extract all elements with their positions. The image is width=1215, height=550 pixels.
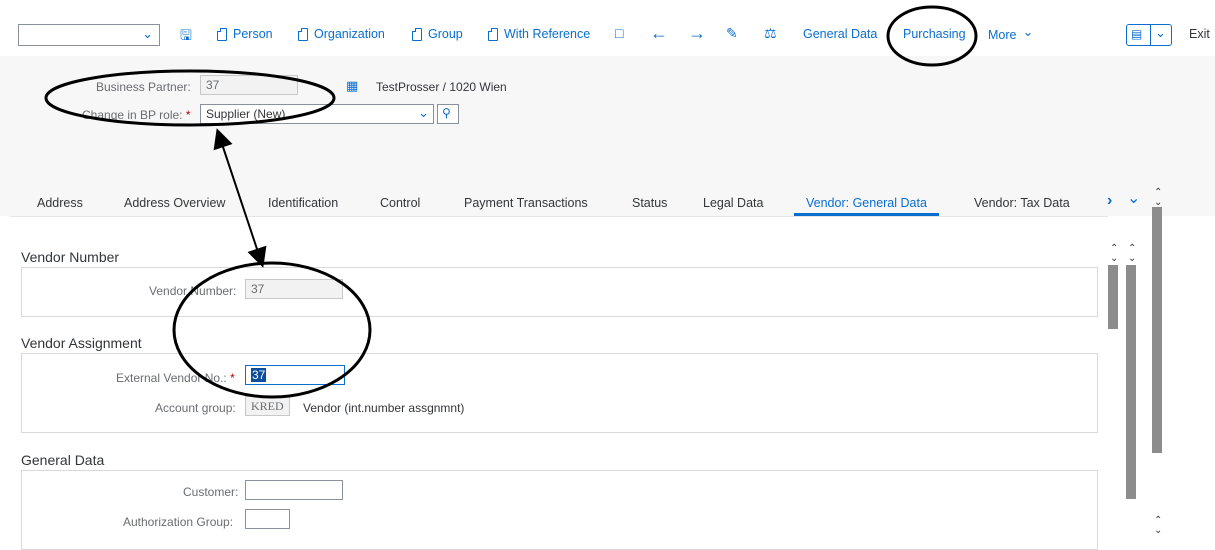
account-group-description: Vendor (int.number assgnmnt) [303, 401, 465, 415]
organization-button[interactable]: Organization [298, 27, 385, 41]
role-value: Supplier (New) [206, 107, 286, 121]
bp-type-icon: ▦ [346, 78, 359, 93]
organization-label: Organization [314, 27, 385, 41]
bp-description: TestProsser / 1020 Wien [376, 80, 507, 94]
inner-scrollbar-thumb[interactable] [1126, 265, 1136, 499]
section-title-vendor-number: Vendor Number [21, 249, 120, 265]
tab-address[interactable]: Address [37, 196, 83, 210]
group-button[interactable]: Group [412, 27, 463, 41]
authorization-group-field[interactable] [245, 509, 290, 529]
chevron-down-icon: ⌄ [418, 105, 429, 120]
purchasing-button[interactable]: Purchasing [903, 27, 966, 41]
new-document-icon [412, 27, 422, 41]
open-icon[interactable]: □ [615, 24, 623, 42]
vendor-number-label: Vendor Number: [149, 284, 237, 298]
tab-list-chevron-icon[interactable]: ⌄ [1127, 188, 1140, 208]
bp-label: Business Partner: [96, 80, 191, 94]
forward-arrow-icon[interactable]: → [688, 24, 706, 42]
person-label: Person [233, 27, 273, 41]
chevron-down-icon: ⌄ [1022, 24, 1034, 39]
vendor-assignment-group [21, 353, 1098, 433]
more-menu-button[interactable]: More ⌄ [988, 24, 1034, 43]
search-icon: ⚲ [442, 106, 451, 120]
group-label: Group [428, 27, 463, 41]
tab-control[interactable]: Control [380, 196, 420, 210]
with-reference-button[interactable]: With Reference [488, 27, 590, 41]
tab-status[interactable]: Status [632, 196, 667, 210]
business-partner-field[interactable]: 37 [200, 75, 298, 95]
chevron-down-icon: ⌄ [1155, 25, 1166, 40]
tab-payment-transactions[interactable]: Payment Transactions [464, 196, 588, 210]
scroll-up-icon[interactable]: ⌃ ⌄ [1154, 188, 1162, 208]
tab-identification[interactable]: Identification [268, 196, 338, 210]
vendor-number-field[interactable]: 37 [245, 279, 343, 299]
account-group-field[interactable]: KRED [245, 396, 290, 416]
tab-vendor-general-data[interactable]: Vendor: General Data [806, 196, 927, 210]
scroll-up-icon[interactable]: ⌃ ⌄ [1128, 244, 1136, 264]
with-reference-label: With Reference [504, 27, 591, 41]
external-vendor-value: 37 [251, 368, 267, 382]
customer-label: Customer: [183, 485, 239, 499]
general-data-button[interactable]: General Data [803, 27, 877, 41]
general-data-group [21, 470, 1098, 550]
section-title-general-data: General Data [21, 452, 105, 468]
new-document-icon [488, 27, 498, 41]
account-group-label: Account group: [155, 401, 236, 415]
tab-address-overview[interactable]: Address Overview [124, 196, 225, 210]
customer-field[interactable] [245, 480, 343, 500]
person-button[interactable]: Person [217, 27, 273, 41]
scroll-down-icon[interactable]: ⌃ ⌄ [1154, 516, 1162, 536]
back-arrow-icon[interactable]: ← [650, 24, 668, 42]
scroll-up-icon[interactable]: ⌃ ⌄ [1110, 244, 1118, 264]
tab-strip: Address Address Overview Identification … [0, 186, 1215, 216]
bp-role-select[interactable]: Supplier (New) ⌄ [200, 104, 434, 124]
new-document-icon [298, 27, 308, 41]
chevron-down-icon[interactable]: ⌄ [142, 26, 153, 42]
tab-next-icon[interactable]: › [1107, 192, 1112, 210]
settings-icon: ▤ [1131, 27, 1143, 41]
role-search-button[interactable]: ⚲ [437, 104, 459, 124]
tab-legal-data[interactable]: Legal Data [703, 196, 763, 210]
external-vendor-field[interactable]: 37 [245, 365, 345, 385]
external-vendor-label: External Vendor No.: * [116, 371, 235, 385]
screen-options-button[interactable]: ▤ ⌄ [1126, 24, 1172, 46]
toolbar: ⌄ 🖫 Person Organization Group With Refer… [0, 0, 1215, 56]
compare-icon[interactable]: ⚖ [764, 24, 777, 42]
role-label: Change in BP role: * [82, 108, 191, 122]
inner-scrollbar-thumb[interactable] [1108, 265, 1118, 329]
save-icon[interactable]: 🖫 [180, 26, 192, 44]
more-label: More [988, 28, 1017, 42]
exit-button[interactable]: Exit [1189, 27, 1210, 41]
section-title-vendor-assignment: Vendor Assignment [21, 335, 142, 351]
tab-vendor-tax-data[interactable]: Vendor: Tax Data [974, 196, 1070, 210]
new-document-icon [217, 27, 227, 41]
command-field[interactable]: ⌄ [18, 24, 160, 46]
outer-scrollbar-thumb[interactable] [1152, 207, 1162, 453]
edit-toggle-icon[interactable]: ✎ [726, 24, 738, 42]
authorization-group-label: Authorization Group: [123, 515, 234, 529]
